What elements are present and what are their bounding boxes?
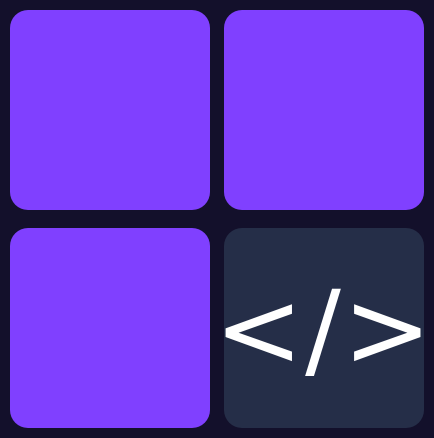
code-tile[interactable]: </> (214, 228, 432, 428)
code-brackets-icon: </> (214, 268, 434, 391)
purple-tile-bottom-left[interactable] (10, 228, 210, 428)
purple-tile-top-right[interactable] (224, 10, 424, 210)
purple-tile-top-left[interactable] (10, 10, 210, 210)
